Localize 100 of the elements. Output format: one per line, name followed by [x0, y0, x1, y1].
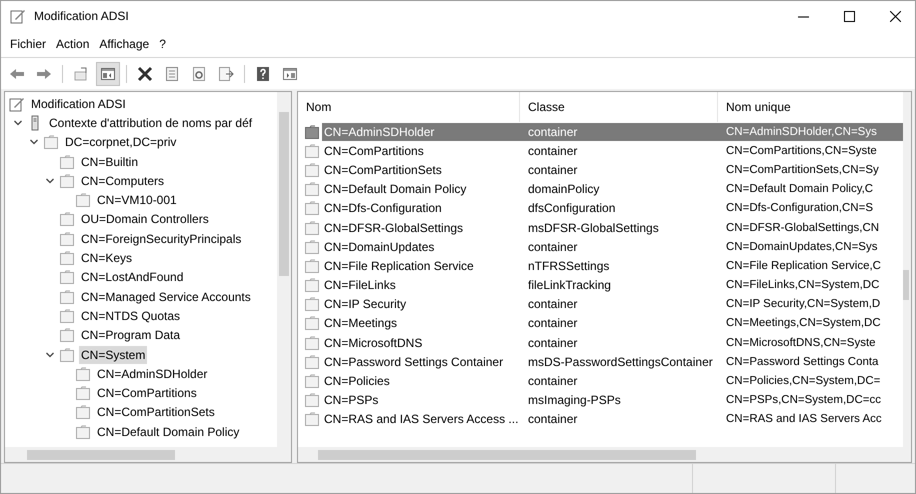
maximize-icon[interactable] [844, 10, 855, 22]
list-row[interactable]: CN=Meetings container CN=Meetings,CN=System,DC [322, 314, 903, 332]
tree-item[interactable]: Modification ADSI [29, 94, 128, 113]
table-cell-text: CN=ComPartitionSets [323, 162, 443, 179]
table-cell-text: CN=DFSR-GlobalSettings [323, 220, 464, 237]
console-tree-button[interactable] [96, 62, 120, 86]
table-cell-text: container [527, 162, 578, 179]
tree-item[interactable]: CN=LostAndFound [79, 268, 186, 286]
expand-caret-icon[interactable] [45, 176, 55, 186]
list-row[interactable]: CN=DomainUpdates container CN=DomainUpdates,CN=Sys [322, 238, 903, 256]
menu-item[interactable]: Fichier [5, 33, 52, 55]
folder-icon [75, 366, 91, 382]
tree-item[interactable]: CN=AdminSDHolder [95, 364, 210, 383]
table-cell-text: CN=FileLinks [323, 277, 397, 294]
table-cell-text: CN=RAS and IAS Servers Acc [725, 412, 882, 428]
help-icon [255, 66, 271, 82]
menu-item[interactable]: Action [51, 33, 94, 55]
list-row[interactable]: CN=FileLinks fileLinkTracking CN=FileLinks,CN=System,DC [322, 276, 903, 294]
tree-item[interactable]: CN=ComPartitionSets [95, 403, 217, 422]
table-cell-text: msDFSR-GlobalSettings [527, 220, 660, 237]
expand-caret-icon[interactable] [45, 350, 55, 360]
table-cell-text: CN=Meetings [323, 315, 398, 332]
tree-item[interactable]: CN=ForeignSecurityPrincipals [79, 230, 244, 248]
table-cell-text: msDS-PasswordSettingsContainer [527, 354, 714, 371]
tree-item[interactable]: Contexte d'attribution de noms par déf [47, 114, 254, 132]
table-cell-text: CN=PSPs [323, 392, 380, 410]
table-cell-text: CN=IP Security,CN=System,D [725, 297, 880, 312]
table-cell-text: CN=Policies [323, 373, 391, 390]
table-cell-text: CN=Dfs-Configuration [323, 200, 443, 218]
table-cell-text: CN=AdminSDHolder [323, 124, 436, 141]
list-row[interactable]: CN=ComPartitions container CN=ComPartitions,CN=Syste [322, 142, 903, 160]
folder-icon [304, 258, 320, 274]
expand-caret-icon[interactable] [13, 118, 23, 128]
table-cell-text: domainPolicy [527, 181, 600, 198]
console-tree-icon [100, 66, 116, 82]
tree-item[interactable]: CN=Builtin [79, 152, 140, 171]
vertical-scrollbar[interactable] [903, 92, 911, 447]
table-cell-text: container [527, 373, 578, 390]
vertical-scrollbar[interactable] [277, 92, 291, 447]
table-cell-text: CN=Policies,CN=System,DC= [725, 374, 880, 390]
list-row[interactable]: CN=ComPartitionSets container CN=ComPartitionSets,CN=Sy [322, 160, 903, 179]
table-cell-text: CN=MicrosoftDNS,CN=Syste [725, 336, 876, 351]
tree-item[interactable]: OU=Domain Controllers [79, 210, 211, 228]
tree-item[interactable]: CN=ComPartitions [95, 384, 199, 402]
table-cell-text: container [527, 315, 578, 332]
tree-item[interactable]: CN=System [79, 346, 148, 364]
folder-icon [304, 315, 320, 332]
table-cell-text: CN=File Replication Service,C [725, 258, 881, 274]
column-header[interactable]: Classe [520, 92, 718, 122]
table-cell-text: CN=MicrosoftDNS [323, 334, 424, 352]
list-row[interactable]: CN=DFSR-GlobalSettings msDFSR-GlobalSettings CN=DFSR-GlobalSettings,CN [322, 218, 903, 237]
table-cell-text: CN=FileLinks,CN=System,DC [725, 278, 880, 294]
horizontal-scrollbar[interactable] [5, 447, 291, 462]
list-row[interactable]: CN=IP Security container CN=IP Security,CN=System,D [322, 295, 903, 314]
list-row[interactable]: CN=PSPs msImaging-PSPs CN=PSPs,CN=System,DC=cc [322, 391, 903, 410]
folder-icon [304, 220, 320, 236]
list-row[interactable]: CN=RAS and IAS Servers Access ... container CN=RAS and IAS Servers Acc [322, 410, 903, 428]
table-cell-text: container [527, 142, 578, 160]
table-cell-text: msImaging-PSPs [527, 392, 622, 410]
folder-icon [304, 200, 320, 216]
list-row[interactable]: CN=Dfs-Configuration dfsConfiguration CN=Dfs-Configuration,CN=S [322, 199, 903, 218]
tree-item[interactable]: CN=VM10-001 [95, 191, 179, 210]
table-cell-text: CN=Default Domain Policy [323, 181, 468, 198]
column-header[interactable]: Nom [298, 92, 520, 122]
folder-icon [75, 385, 91, 402]
list-row[interactable]: CN=Password Settings Container msDS-PasswordSettingsContainer CN=Password Settings Conta [322, 352, 903, 371]
list-row[interactable]: CN=MicrosoftDNS container CN=MicrosoftDNS,CN=Syste [322, 334, 903, 352]
table-cell-text: CN=File Replication Service [323, 258, 475, 275]
folder-icon [304, 411, 320, 428]
tree-item[interactable]: CN=Program Data [79, 326, 182, 344]
table-cell-text: CN=Password Settings Container [323, 354, 504, 371]
folder-icon [59, 327, 75, 344]
table-cell-text: CN=ComPartitions,CN=Syste [725, 144, 877, 159]
table-cell-text: CN=ComPartitions [323, 142, 425, 160]
folder-icon [304, 124, 320, 140]
tree-item[interactable]: CN=Keys [79, 249, 134, 268]
edit-icon [9, 96, 25, 112]
tree-item[interactable]: CN=Default Domain Policy [95, 422, 242, 441]
list-row[interactable]: CN=AdminSDHolder container CN=AdminSDHolder,CN=Sys [322, 122, 903, 141]
close-icon[interactable] [890, 10, 901, 22]
tree-item[interactable]: CN=Computers [79, 172, 166, 190]
list-row[interactable]: CN=File Replication Service nTFRSSettings CN=File Replication Service,C [322, 256, 903, 275]
menu-item[interactable]: Affichage [94, 33, 154, 55]
table-cell-text: dfsConfiguration [527, 200, 616, 218]
folder-icon [75, 192, 91, 208]
table-cell-text: CN=RAS and IAS Servers Access ... [323, 411, 520, 428]
table-cell-text: container [527, 296, 578, 314]
folder-icon [304, 392, 320, 408]
horizontal-scrollbar[interactable] [298, 447, 911, 462]
table-cell-text: CN=DFSR-GlobalSettings,CN [725, 220, 880, 236]
menu-item[interactable]: ? [154, 33, 171, 55]
tree-item[interactable]: DC=corpnet,DC=priv [63, 133, 178, 152]
table-cell-text: CN=Default Domain Policy,C [725, 182, 874, 198]
tree-item[interactable]: CN=NTDS Quotas [79, 306, 182, 325]
list-row[interactable]: CN=Policies container CN=Policies,CN=System,DC= [322, 372, 903, 390]
tree-item[interactable]: CN=Managed Service Accounts [79, 288, 253, 306]
list-row[interactable]: CN=Default Domain Policy domainPolicy CN=Default Domain Policy,C [322, 180, 903, 198]
folder-icon [59, 269, 75, 286]
table-cell-text: CN=PSPs,CN=System,DC=cc [725, 393, 881, 408]
table-cell-text: CN=IP Security [323, 296, 408, 314]
